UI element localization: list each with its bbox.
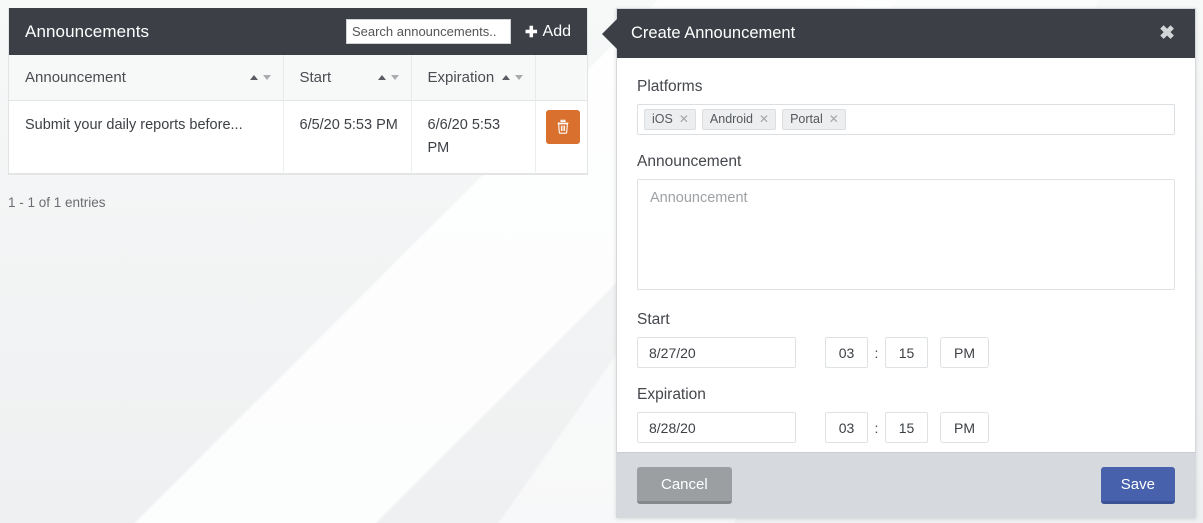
expiration-minute-input[interactable] <box>885 412 928 443</box>
platforms-input[interactable]: iOS ✕ Android ✕ Portal ✕ <box>637 104 1175 135</box>
expiration-hour-input[interactable] <box>825 412 868 443</box>
platform-tag-label: Portal <box>790 112 823 126</box>
close-icon[interactable]: ✖ <box>1155 22 1179 45</box>
cell-announcement: Submit your daily reports before... <box>9 100 284 174</box>
cell-start: 6/5/20 5:53 PM <box>283 100 412 174</box>
expiration-datetime-row: : <box>637 412 1175 443</box>
start-datetime-row: : <box>637 337 1175 368</box>
save-button[interactable]: Save <box>1100 466 1175 504</box>
sort-arrows-announcement[interactable] <box>249 74 271 80</box>
column-header-expiration[interactable]: Expiration <box>411 55 536 101</box>
sort-descending-icon[interactable] <box>390 74 399 80</box>
announcement-field-group: Announcement <box>637 153 1175 293</box>
table-header-row: Announcement Start Expiration <box>9 55 587 101</box>
remove-tag-icon[interactable]: ✕ <box>829 112 839 126</box>
expiration-date-input[interactable] <box>637 412 796 443</box>
column-header-announcement[interactable]: Announcement <box>9 55 284 101</box>
time-separator: : <box>874 419 879 436</box>
platforms-field-group: Platforms iOS ✕ Android ✕ Portal ✕ <box>637 78 1175 135</box>
announcement-label: Announcement <box>637 153 742 170</box>
add-announcement-button[interactable]: ✚ Add <box>511 8 581 55</box>
sort-arrows-expiration[interactable] <box>502 74 524 80</box>
sort-descending-icon[interactable] <box>515 74 524 80</box>
page-title: Announcements <box>25 21 150 41</box>
platform-tag-portal[interactable]: Portal ✕ <box>782 109 846 130</box>
cell-expiration: 6/6/20 5:53 PM <box>411 100 536 174</box>
remove-tag-icon[interactable]: ✕ <box>759 112 769 126</box>
search-input[interactable] <box>345 19 511 44</box>
table-row: Submit your daily reports before... 6/5/… <box>9 100 587 174</box>
modal-title: Create Announcement <box>631 24 796 42</box>
delete-announcement-button[interactable] <box>545 109 580 144</box>
platform-tag-ios[interactable]: iOS ✕ <box>644 109 696 130</box>
start-date-input[interactable] <box>637 337 796 368</box>
trash-icon <box>557 119 568 134</box>
start-field-group: Start : <box>637 311 1175 368</box>
create-announcement-modal: Create Announcement ✖ Platforms iOS ✕ An… <box>602 8 1196 518</box>
column-header-start-label: Start <box>299 68 332 86</box>
remove-tag-icon[interactable]: ✕ <box>679 112 689 126</box>
column-header-start[interactable]: Start <box>283 55 412 101</box>
cell-actions <box>535 100 587 174</box>
expiration-field-group: Expiration : <box>637 386 1175 443</box>
start-minute-input[interactable] <box>885 337 928 368</box>
modal-body: Platforms iOS ✕ Android ✕ Portal ✕ Annou… <box>617 58 1195 452</box>
cancel-button[interactable]: Cancel <box>637 466 732 504</box>
plus-icon: ✚ <box>524 23 538 41</box>
sort-ascending-icon[interactable] <box>377 74 386 80</box>
start-hour-input[interactable] <box>825 337 868 368</box>
expiration-label: Expiration <box>637 386 706 403</box>
announcement-textarea[interactable] <box>637 179 1175 290</box>
platform-tag-android[interactable]: Android ✕ <box>701 109 777 130</box>
entries-info: 1 - 1 of 1 entries <box>8 195 106 210</box>
start-label: Start <box>637 311 670 328</box>
platform-tag-label: iOS <box>652 112 673 126</box>
sort-ascending-icon[interactable] <box>249 74 258 80</box>
announcements-table: Announcement Start Expiration Submit you… <box>9 55 587 174</box>
platforms-label: Platforms <box>637 78 703 95</box>
expiration-meridiem-input[interactable] <box>940 412 989 443</box>
column-header-announcement-label: Announcement <box>25 68 126 86</box>
sort-ascending-icon[interactable] <box>502 74 511 80</box>
column-header-expiration-label: Expiration <box>427 68 495 86</box>
modal-pointer-arrow <box>602 19 617 49</box>
start-meridiem-input[interactable] <box>940 337 989 368</box>
platform-tag-label: Android <box>709 112 753 126</box>
add-button-label: Add <box>542 22 571 40</box>
time-separator: : <box>874 344 879 361</box>
announcements-panel: Announcements ✚ Add Announcement <box>8 8 588 176</box>
modal-header: Create Announcement ✖ <box>602 9 1195 58</box>
sort-arrows-start[interactable] <box>377 74 399 80</box>
panel-header: Announcements ✚ Add <box>9 8 587 55</box>
modal-footer: Cancel Save <box>617 452 1195 517</box>
column-header-actions <box>535 55 587 101</box>
sort-descending-icon[interactable] <box>262 74 271 80</box>
